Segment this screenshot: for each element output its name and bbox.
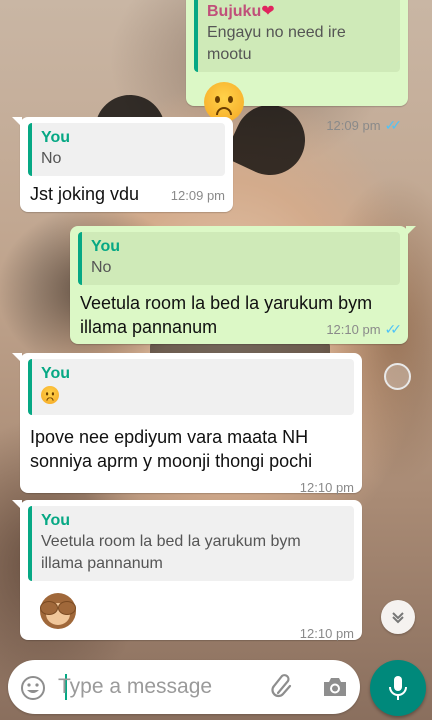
camera-icon[interactable]: [322, 675, 348, 699]
message-outgoing-1[interactable]: Bujuku❤ Engayu no need ire mootu 12:09 p…: [186, 0, 408, 133]
quoted-reply[interactable]: You No: [28, 123, 225, 176]
quoted-text: No: [91, 259, 112, 276]
double-chevron-down-icon: [392, 612, 404, 624]
quoted-sender: Bujuku❤: [207, 3, 275, 20]
message-text: Ipove nee epdiyum vara maata NH sonniya …: [30, 427, 313, 471]
disappointed-face-icon: [204, 82, 244, 122]
message-time: 12:10 pm: [299, 480, 354, 495]
quoted-sender: You: [41, 365, 71, 382]
mic-icon: [389, 676, 407, 700]
see-no-evil-monkey-icon: [38, 591, 78, 631]
message-incoming-5[interactable]: You Veetula room la bed la yarukum bym i…: [12, 500, 362, 641]
message-time: 12:09 pm: [170, 188, 225, 203]
quoted-sender: You: [41, 512, 71, 529]
red-heart-icon: ❤: [261, 3, 275, 20]
quoted-sender: You: [91, 238, 121, 255]
quoted-text: Veetula room la bed la yarukum bym illam…: [41, 533, 301, 572]
read-ticks-icon: ✓✓: [384, 321, 403, 337]
quoted-text: Engayu no need ire mootu: [207, 24, 346, 63]
message-meta: 12:10 pm ✓✓: [326, 321, 403, 338]
select-message-toggle[interactable]: [384, 363, 411, 390]
message-text: Jst joking vdu: [30, 184, 140, 204]
message-composer[interactable]: Type a message: [8, 660, 360, 714]
quoted-reply[interactable]: You: [28, 359, 354, 415]
emoji-icon[interactable]: [20, 675, 46, 701]
message-time: 12:10 pm: [299, 626, 354, 641]
quoted-reply[interactable]: Bujuku❤ Engayu no need ire mootu: [194, 0, 400, 72]
quoted-reply[interactable]: You No: [78, 232, 400, 285]
scroll-to-bottom-button[interactable]: [381, 600, 415, 634]
read-ticks-icon: ✓✓: [384, 117, 403, 133]
message-incoming-4[interactable]: You Ipove nee epdiyum vara maata NH sonn…: [12, 353, 362, 495]
disappointed-face-icon: [41, 386, 59, 404]
message-time: 12:09 pm: [326, 118, 381, 133]
message-outgoing-3[interactable]: You No Veetula room la bed la yarukum by…: [70, 226, 416, 344]
voice-record-button[interactable]: [370, 660, 426, 716]
message-input[interactable]: Type a message: [58, 675, 212, 699]
quoted-text: No: [41, 150, 62, 167]
quoted-reply[interactable]: You Veetula room la bed la yarukum bym i…: [28, 506, 354, 581]
message-time: 12:10 pm: [326, 322, 381, 337]
attach-icon[interactable]: [270, 673, 296, 701]
message-meta: 12:09 pm ✓✓: [326, 117, 403, 134]
quoted-sender: You: [41, 129, 71, 146]
message-incoming-2[interactable]: You No Jst joking vdu 12:09 pm: [12, 117, 233, 212]
